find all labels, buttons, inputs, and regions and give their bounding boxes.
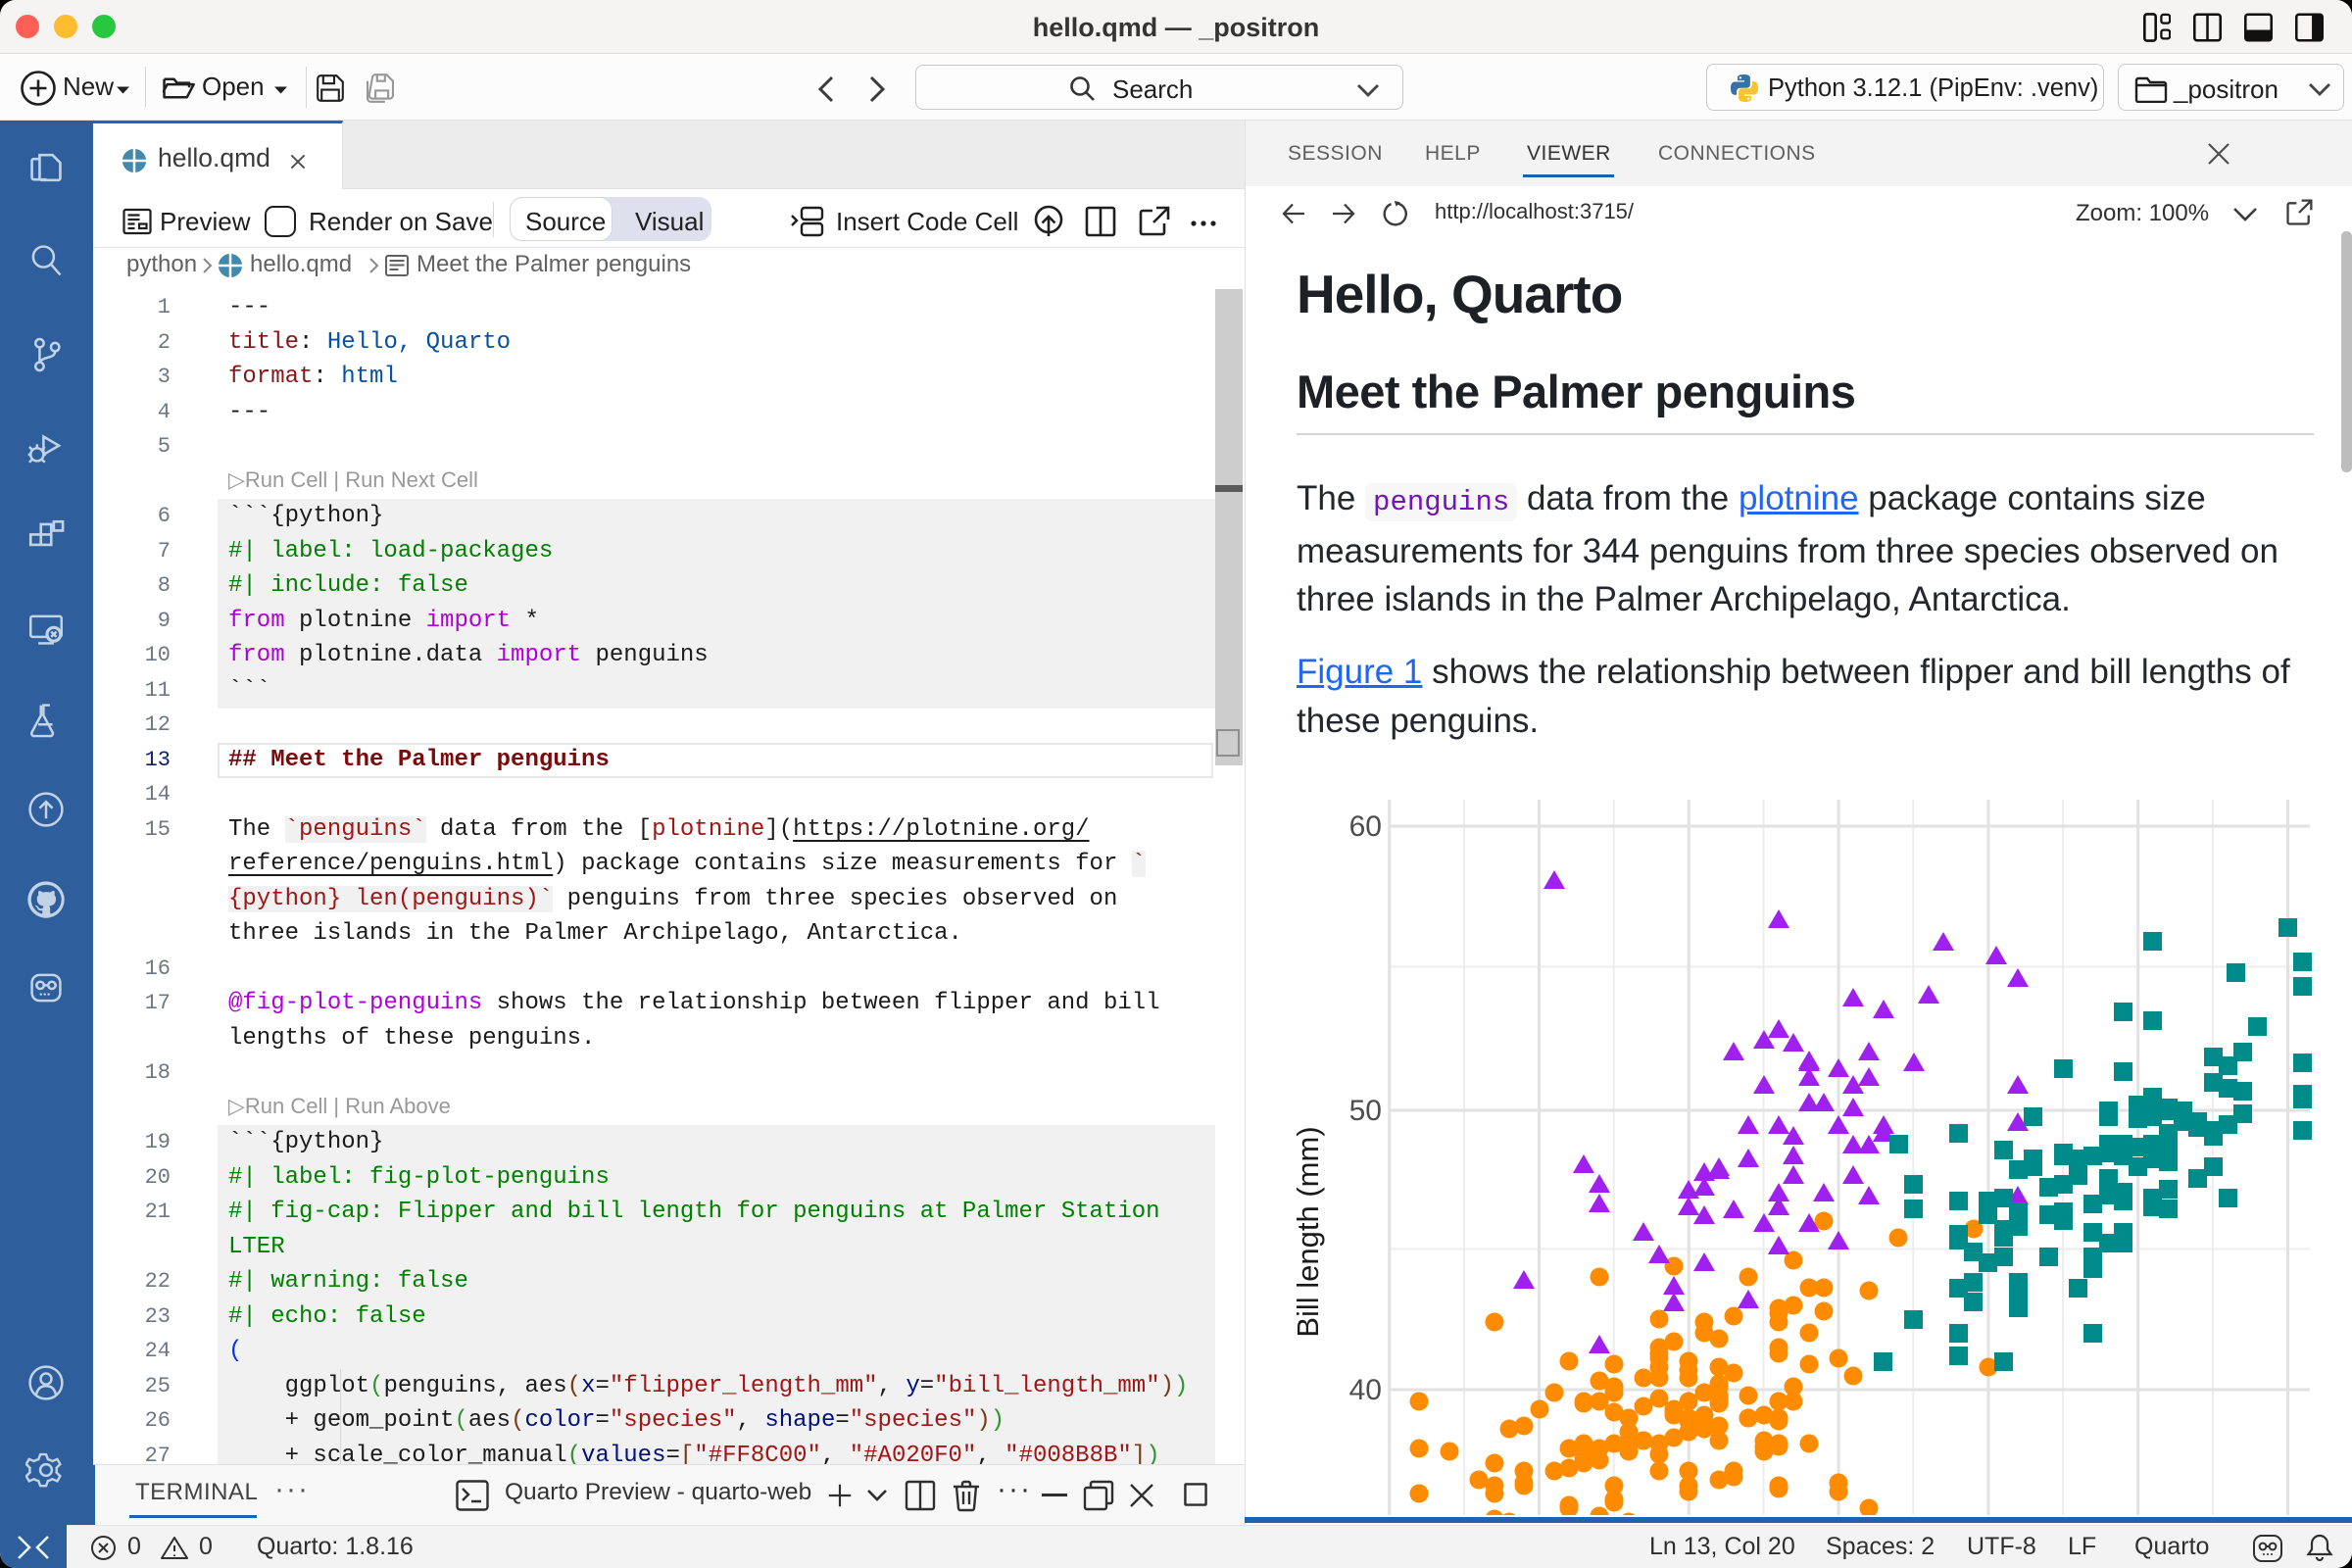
svg-text:40: 40 bbox=[1349, 1374, 1382, 1406]
svg-text:60: 60 bbox=[1349, 810, 1382, 843]
svg-text:Bill length (mm): Bill length (mm) bbox=[1295, 1126, 1325, 1337]
svg-text:50: 50 bbox=[1349, 1095, 1382, 1127]
